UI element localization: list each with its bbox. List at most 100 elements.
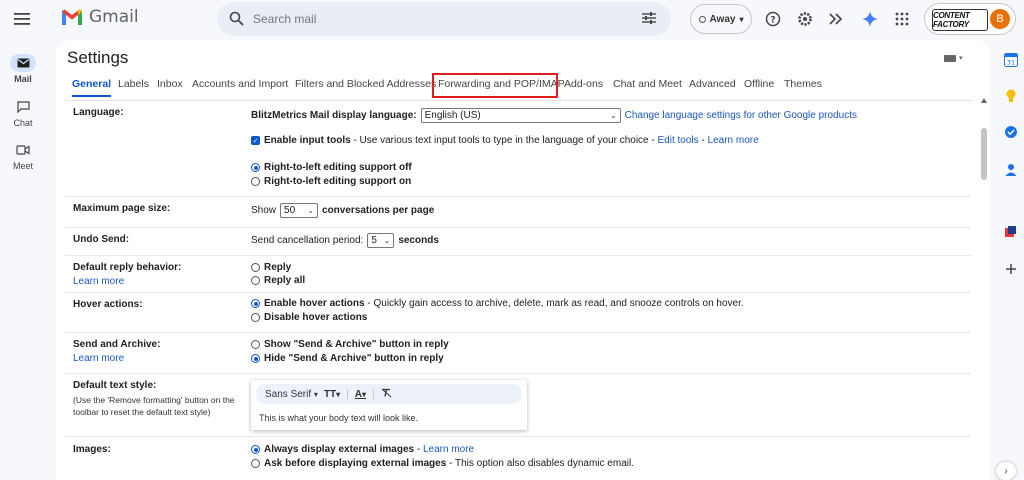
tab-chat-and-meet[interactable]: Chat and Meet [613,78,682,90]
setting-row-images: Images: Always display external images -… [65,438,971,480]
images-always-radio[interactable] [251,445,260,454]
chevron-down-icon: ⌄ [609,111,617,120]
reply-all-radio[interactable] [251,276,260,285]
rail-label-mail: Mail [14,74,32,84]
setting-label: Send and Archive: [73,339,161,350]
page-title: Settings [67,48,129,67]
calendar-icon[interactable]: 31 [1003,52,1019,68]
font-select[interactable]: Sans Serif ▾ [265,389,318,400]
learn-more-link[interactable]: Learn more [423,444,474,455]
help-icon[interactable]: ? [763,9,783,29]
tab-advanced[interactable]: Advanced [689,78,736,90]
tab-highlight-box [432,73,558,98]
scrollbar-thumb[interactable] [981,128,987,180]
learn-more-link[interactable]: Learn more [73,276,243,287]
gmail-m-icon [62,9,82,25]
page-size-select[interactable]: 50 ⌄ [280,203,319,218]
get-addons-plus-icon[interactable] [1003,261,1019,277]
hover-disable-radio[interactable] [251,313,260,322]
search-filter-icon[interactable] [641,11,657,28]
settings-panel: Settings ▾ General Labels Inbox Accounts… [56,40,990,480]
rail-label-chat: Chat [13,118,33,128]
rtl-off-radio[interactable] [251,163,260,172]
avatar[interactable]: B [990,9,1010,29]
separator: - [698,135,708,146]
setting-label: Images: [73,444,111,455]
addon-icon[interactable] [1003,224,1019,240]
chevron-right-icon[interactable]: › [996,462,1016,480]
tab-general[interactable]: General [72,78,112,97]
font-size-icon[interactable]: TT▾ [324,389,340,400]
tasks-icon[interactable] [1003,124,1019,140]
status-button[interactable]: Away ▾ [690,4,752,34]
setting-row-page-size: Maximum page size: Show 50 ⌄ conversation… [65,197,971,228]
remove-formatting-icon[interactable] [381,388,392,401]
setting-row-text-style: Default text style: (Use the 'Remove for… [65,374,971,437]
tab-inbox[interactable]: Inbox [157,78,183,90]
search-input[interactable] [253,2,623,36]
learn-more-link[interactable]: Learn more [708,135,759,146]
input-tools-toggle[interactable]: ▾ [944,54,963,62]
show-send-archive-radio[interactable] [251,340,260,349]
show-label: Show [251,205,277,216]
gmail-logo[interactable]: Gmail [60,7,139,27]
show-send-archive-label: Show "Send & Archive" button in reply [264,339,449,350]
rtl-on-label: Right-to-left editing support on [264,176,412,187]
undo-prefix: Send cancellation period: [251,235,364,246]
tab-labels[interactable]: Labels [118,78,149,90]
contacts-icon[interactable] [1003,162,1019,178]
tab-offline[interactable]: Offline [744,78,774,90]
input-tools-checkbox[interactable]: ✓ [251,136,260,145]
scroll-up-icon[interactable] [981,98,987,103]
text-style-help: (Use the 'Remove formatting' button on t… [73,395,235,417]
reply-radio[interactable] [251,263,260,272]
change-language-link[interactable]: Change language settings for other Googl… [625,110,857,121]
rail-label-meet: Meet [12,161,33,171]
setting-row-send-archive: Send and Archive: Learn more Show "Send … [65,333,971,374]
hover-disable-label: Disable hover actions [264,312,368,323]
chat-icon [10,98,36,116]
setting-label: Maximum page size: [73,203,171,214]
input-tools-description: - Use various text input tools to type i… [350,135,658,146]
scrollbar[interactable] [980,90,989,180]
text-color-icon[interactable]: A▾ [355,389,366,400]
account-switcher[interactable]: CONTENT FACTORY B [924,3,1016,35]
rtl-on-radio[interactable] [251,177,260,186]
hover-enable-label: Enable hover actions [264,298,365,309]
svg-text:?: ? [770,16,775,26]
hide-send-archive-radio[interactable] [251,354,260,363]
rail-item-chat[interactable]: Chat [0,98,46,128]
input-tools-label: Enable input tools [264,135,351,146]
hide-send-archive-label: Hide "Send & Archive" button in reply [264,353,444,364]
keep-icon[interactable] [1003,88,1019,104]
rail-item-mail[interactable]: Mail [0,54,46,84]
gemini-sparkle-icon[interactable] [860,9,880,29]
setting-row-reply: Default reply behavior: Learn more Reply… [65,256,971,293]
tab-filters-and-blocked-addresses[interactable]: Filters and Blocked Addresses [295,78,436,90]
status-dot-icon [698,15,706,23]
chevron-down-icon: ▾ [739,14,744,24]
setting-row-hover: Hover actions: Enable hover actions - Qu… [65,293,971,333]
learn-more-link[interactable]: Learn more [73,353,243,364]
text-style-editor: Sans Serif ▾ TT▾ | A▾ | This is what you… [251,380,527,430]
tab-add-ons[interactable]: Add-ons [564,78,603,90]
chevron-down-icon: ▾ [959,55,963,62]
app-name: Gmail [89,7,139,27]
undo-period-select[interactable]: 5 ⌄ [367,233,395,248]
images-ask-description: - This option also disables dynamic emai… [446,458,634,469]
tab-accounts-and-import[interactable]: Accounts and Import [192,78,288,90]
settings-gear-icon[interactable] [795,9,815,29]
setting-label: Default reply behavior: [73,262,182,273]
gemini-chevrons-icon[interactable] [826,9,846,29]
images-ask-label: Ask before displaying external images [264,458,447,469]
images-ask-radio[interactable] [251,459,260,468]
apps-grid-icon[interactable] [892,9,912,29]
hover-enable-radio[interactable] [251,299,260,308]
search-icon[interactable] [229,11,244,29]
language-select[interactable]: English (US) ⌄ [420,108,621,123]
tab-themes[interactable]: Themes [784,78,822,90]
rail-item-meet[interactable]: Meet [0,141,46,171]
edit-tools-link[interactable]: Edit tools [658,135,699,146]
undo-suffix: seconds [398,235,439,246]
main-menu-icon[interactable] [11,8,33,30]
